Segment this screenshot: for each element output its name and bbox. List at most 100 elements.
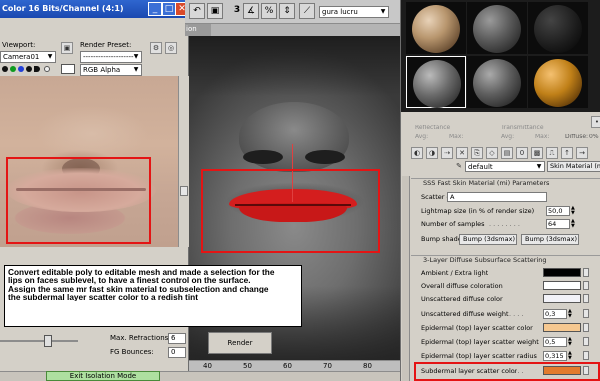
reset-map-icon[interactable]: ✕ (456, 147, 468, 159)
tutorial-caption: Convert editable poly to editable mesh a… (4, 265, 302, 327)
map-button[interactable] (583, 351, 589, 360)
material-name-field[interactable]: default ▼ (465, 161, 545, 172)
named-selection-icon[interactable]: ⟋ (299, 3, 315, 19)
chevron-down-icon: ▼ (47, 53, 53, 60)
rollout-scrollbar[interactable] (402, 176, 410, 381)
ruler-tick: 70 (323, 363, 332, 370)
sample-sphere (534, 5, 582, 53)
vertical-scrollbar[interactable] (178, 76, 189, 247)
material-row-label: Ambient / Extra light (421, 270, 489, 277)
percent-snap-icon[interactable]: % (261, 3, 277, 19)
save-preset-icon[interactable]: ▣ (61, 42, 73, 54)
get-material-icon[interactable]: ◐ (411, 147, 423, 159)
params-rollout-header[interactable]: SSS Fast Skin Material (mi) Parameters (411, 178, 600, 189)
samples-label: Number of samples (421, 221, 485, 228)
put-to-library-icon[interactable]: ▤ (501, 147, 513, 159)
render-preset-dropdown[interactable]: -------------------- ▼ (80, 51, 142, 63)
put-to-scene-icon[interactable]: ◑ (426, 147, 438, 159)
copy-material-icon[interactable]: ⎘ (471, 147, 483, 159)
show-end-result-icon[interactable]: ⎍ (546, 147, 558, 159)
layer-title: 3-Layer Diffuse Subsurface Scattering (423, 256, 547, 264)
environment-icon[interactable]: ◎ (165, 42, 177, 54)
alpha-channel-icon[interactable] (2, 66, 8, 72)
maximize-button[interactable]: □ (162, 2, 176, 16)
green-channel-icon[interactable] (10, 66, 16, 72)
bump-shader-button[interactable]: Bump (3dsmax) (459, 234, 517, 245)
unscattered-diffuse-swatch[interactable] (543, 294, 581, 303)
fg-bounces-field[interactable]: 0 (168, 347, 186, 358)
named-selection-dropdown[interactable]: gura lucru ▼ (319, 6, 389, 18)
go-to-parent-icon[interactable]: ↑ (561, 147, 573, 159)
blue-channel-icon[interactable] (18, 66, 24, 72)
camera-icon[interactable]: ▣ (207, 3, 223, 19)
viewport-dropdown[interactable]: Camera01 ▼ (0, 51, 56, 63)
viewport-label: Viewport: (2, 42, 36, 49)
leader-dots: . . . . (509, 311, 524, 318)
go-forward-icon[interactable]: → (576, 147, 588, 159)
overall-diffuse-swatch[interactable] (543, 281, 581, 290)
map-button[interactable] (583, 294, 589, 303)
spinner-icon[interactable]: ▲ ▼ (571, 219, 576, 229)
samples-field[interactable]: 64 (546, 219, 570, 229)
channel-dropdown[interactable]: RGB Alpha ▼ (80, 64, 142, 76)
sample-slot[interactable] (406, 2, 466, 54)
exit-isolation-button[interactable]: Exit Isolation Mode (46, 371, 160, 381)
map-button[interactable] (583, 281, 589, 290)
mono-channel-icon[interactable] (26, 66, 32, 72)
reflectance-label: Reflectance (415, 125, 451, 131)
material-effects-icon[interactable]: 0 (516, 147, 528, 159)
clear-icon[interactable] (44, 66, 50, 72)
render-button[interactable]: Render (208, 332, 272, 354)
angle-snap-icon[interactable]: ∡ (243, 3, 259, 19)
show-map-icon[interactable]: ▩ (531, 147, 543, 159)
spinner-snap-icon[interactable]: ⇕ (279, 3, 295, 19)
sample-slot-active[interactable] (406, 56, 466, 108)
spinner-icon[interactable]: ▲ ▼ (568, 309, 573, 319)
caption-line: Convert editable poly to editable mesh a… (8, 268, 275, 277)
max-label: Max: (449, 134, 464, 140)
map-button[interactable] (583, 323, 589, 332)
bump-shader-button-2[interactable]: Bump (3dsmax) (521, 234, 579, 245)
unique-icon[interactable]: ◇ (486, 147, 498, 159)
fg-bounces-label: FG Bounces: (110, 349, 154, 356)
material-row-label: Epidermal (top) layer scatter radius (421, 353, 537, 360)
epidermal-weight-field[interactable]: 0,5 (543, 337, 567, 347)
sample-slot[interactable] (467, 2, 527, 54)
half-tone-icon[interactable] (34, 66, 40, 72)
lightmap-size-label: Lightmap size (in % of render size) (421, 208, 535, 215)
caption-line: the subdermal layer scatter color to a r… (8, 292, 198, 302)
sample-slot[interactable] (467, 56, 527, 108)
scrollbar-thumb[interactable] (180, 186, 188, 196)
minimize-button[interactable]: _ (148, 2, 162, 16)
sample-slot[interactable] (528, 56, 588, 108)
max-refractions-field[interactable]: 6 (168, 333, 186, 344)
lightmap-size-field[interactable]: 50,0 (546, 206, 570, 216)
options-icon[interactable]: • (591, 116, 600, 128)
slider-handle[interactable] (44, 335, 52, 347)
ambient-color-swatch[interactable] (543, 268, 581, 277)
swatch-icon[interactable] (61, 64, 75, 74)
scatter-group-field[interactable]: A (447, 192, 547, 202)
viewport-tab[interactable]: ion (185, 24, 211, 36)
spinner-icon[interactable]: ▲ ▼ (571, 206, 576, 216)
unscattered-weight-field[interactable]: 0,3 (543, 309, 567, 319)
layer-rollout-header[interactable]: 3-Layer Diffuse Subsurface Scattering (411, 255, 600, 266)
undo-icon[interactable]: ↶ (189, 3, 205, 19)
diffuse-label: Diffuse: (565, 134, 589, 140)
spinner-icon[interactable]: ▲ ▼ (568, 337, 573, 347)
map-button[interactable] (583, 337, 589, 346)
render-setup-icon[interactable]: ⚙ (150, 42, 162, 54)
ruler-tick: 80 (363, 363, 372, 370)
chevron-down-icon: ▼ (133, 53, 139, 60)
epidermal-color-swatch[interactable] (543, 323, 581, 332)
spinner-icon[interactable]: ▲ ▼ (568, 351, 573, 361)
material-type-button[interactable]: Skin Material (m) (547, 161, 600, 172)
sample-slot[interactable] (528, 2, 588, 54)
map-button[interactable] (583, 268, 589, 277)
assign-material-icon[interactable]: ⇢ (441, 147, 453, 159)
eyedropper-icon[interactable]: ✎ (453, 161, 465, 173)
main-toolbar: ↶ ▣ 3 ∡ % ⇕ ⟋ gura lucru ▼ (185, 0, 401, 24)
time-ruler[interactable]: 40 50 60 70 80 (189, 360, 400, 371)
epidermal-radius-field[interactable]: 0,315 (543, 351, 567, 361)
map-button[interactable] (583, 309, 589, 318)
